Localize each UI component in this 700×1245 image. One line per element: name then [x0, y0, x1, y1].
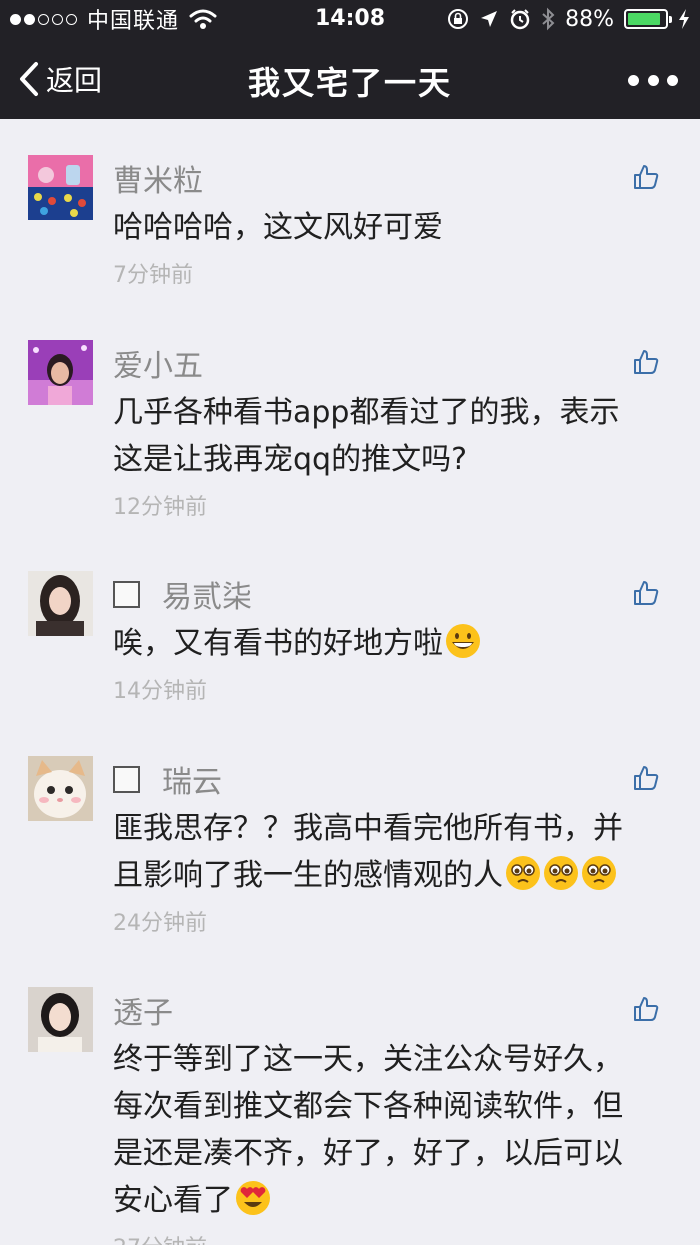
navigation-bar: 返回 我又宅了一天 — [0, 38, 700, 119]
commenter-name[interactable]: 易贰柒 — [162, 572, 252, 616]
name-row: 透子 — [113, 987, 663, 1033]
thumbs-up-icon[interactable] — [632, 579, 660, 607]
location-icon — [481, 11, 498, 27]
back-button[interactable]: 返回 — [18, 60, 102, 98]
battery-percent: 88% — [565, 6, 614, 32]
checkbox-square-icon — [113, 765, 140, 793]
avatar[interactable] — [28, 340, 93, 405]
avatar[interactable] — [28, 571, 93, 636]
page-title: 我又宅了一天 — [247, 64, 452, 102]
checkbox-square-icon — [113, 580, 140, 608]
comment-line: 安心看了 — [113, 1183, 233, 1218]
comment-body: 曹米粒 哈哈哈哈，这文风好可爱 7分钟前 — [113, 155, 663, 289]
comment-body: 爱小五 几乎各种看书app都看过了的我，表示 这是让我再宠qq的推文吗? 12分钟… — [113, 340, 663, 521]
more-dot-icon — [628, 74, 639, 86]
alarm-icon — [510, 9, 530, 30]
comment-text: 唉，又有看书的好地方啦 — [113, 620, 663, 667]
charging-icon — [679, 9, 689, 29]
comment-time: 24分钟前 — [113, 911, 207, 936]
more-dot-icon — [667, 74, 678, 86]
bluetooth-icon — [542, 7, 555, 31]
battery-icon — [624, 9, 672, 29]
commenter-name[interactable]: 曹米粒 — [113, 156, 203, 200]
comment-body: 易贰柒 唉，又有看书的好地方啦 14分钟前 — [113, 571, 663, 705]
commenter-name[interactable]: 瑞云 — [162, 757, 222, 801]
commenter-name[interactable]: 透子 — [113, 988, 173, 1032]
pleading-emoji-icon — [506, 856, 540, 890]
comment-line: 匪我思存？？我高中看完他所有书，并 — [113, 811, 623, 846]
pleading-emoji-icon — [582, 856, 616, 890]
heart-eyes-emoji-icon — [236, 1181, 270, 1215]
comment-time: 7分钟前 — [113, 263, 193, 288]
comment-line: 唉，又有看书的好地方啦 — [113, 626, 443, 661]
grinning-emoji-icon — [446, 624, 480, 658]
thumbs-up-icon[interactable] — [632, 995, 660, 1023]
rotation-lock-icon — [448, 9, 469, 29]
comment-line: 每次看到推文都会下各种阅读软件，但 — [113, 1089, 623, 1124]
chevron-left-icon — [20, 62, 38, 96]
more-dot-icon — [647, 74, 659, 86]
comment-body: 透子 终于等到了这一天，关注公众号好久， 每次看到推文都会下各种阅读软件，但 是还是… — [113, 987, 663, 1245]
comment-line: 且影响了我一生的感情观的人 — [113, 858, 503, 893]
comment-line: 是还是凑不齐，好了，好了，以后可以 — [113, 1136, 623, 1171]
avatar[interactable] — [28, 756, 93, 821]
comment-time: 27分钟前 — [113, 1230, 663, 1245]
comment-text: 哈哈哈哈，这文风好可爱 — [113, 210, 443, 245]
top-bar: 中国联通 14:08 88% 返回 我又宅了一天 — [0, 0, 700, 119]
comment-line: 几乎各种看书app都看过了的我，表示 — [113, 395, 620, 430]
more-options-button[interactable] — [628, 68, 678, 92]
name-row: 爱小五 — [113, 340, 663, 386]
comment-body: 瑞云 匪我思存？？我高中看完他所有书，并 且影响了我一生的感情观的人 24分钟前 — [113, 756, 663, 937]
comment-time: 12分钟前 — [113, 495, 207, 520]
comment-time: 14分钟前 — [113, 679, 207, 704]
comment-line: 终于等到了这一天，关注公众号好久， — [113, 1042, 623, 1077]
thumbs-up-icon[interactable] — [632, 163, 660, 191]
status-bar: 中国联通 14:08 88% — [0, 0, 700, 38]
comment-line: 这是让我再宠qq的推文吗? — [113, 442, 468, 477]
comment-text: 几乎各种看书app都看过了的我，表示 这是让我再宠qq的推文吗? — [113, 389, 663, 483]
comment-text: 终于等到了这一天，关注公众号好久， 每次看到推文都会下各种阅读软件，但 是还是凑不齐… — [113, 1036, 663, 1224]
pleading-emoji-icon — [544, 856, 578, 890]
thumbs-up-icon[interactable] — [632, 764, 660, 792]
avatar[interactable] — [28, 155, 93, 220]
avatar[interactable] — [28, 987, 93, 1052]
back-label: 返回 — [46, 64, 103, 97]
commenter-name[interactable]: 爱小五 — [113, 341, 203, 385]
status-right-group: 88% — [447, 6, 690, 32]
name-row: 瑞云 — [113, 756, 663, 802]
thumbs-up-icon[interactable] — [632, 348, 660, 376]
name-row: 曹米粒 — [113, 155, 663, 201]
name-row: 易贰柒 — [113, 571, 663, 617]
comment-text: 匪我思存？？我高中看完他所有书，并 且影响了我一生的感情观的人 — [113, 805, 663, 899]
